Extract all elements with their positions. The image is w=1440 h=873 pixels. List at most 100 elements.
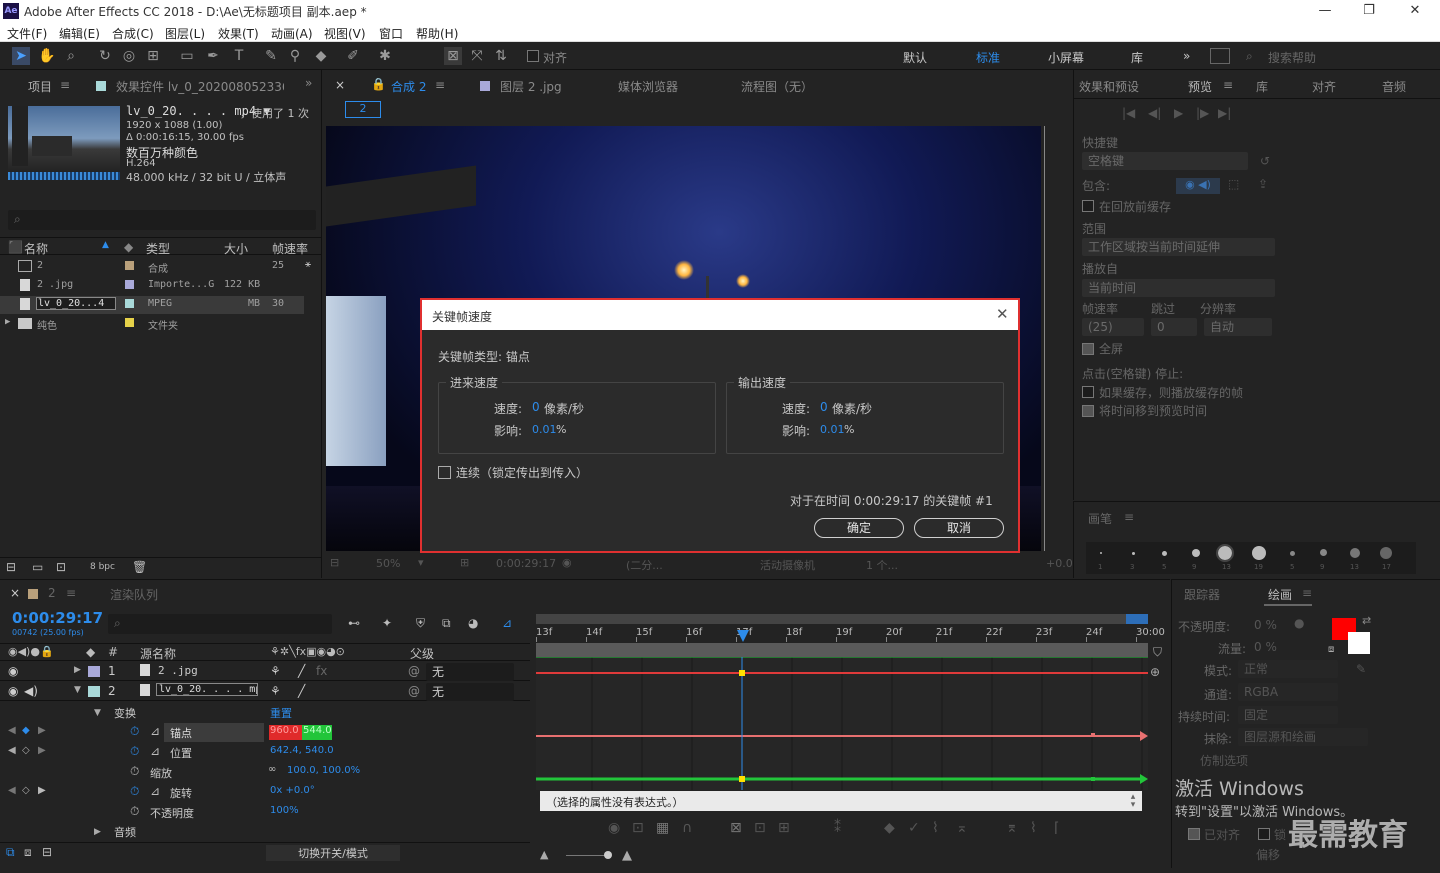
graph-icon[interactable]: ⊿ [150, 744, 160, 758]
toggle-layer-icon[interactable]: ⧉ [6, 845, 15, 860]
cache-before-checkbox[interactable] [1082, 200, 1094, 212]
collapse-arrow-icon[interactable]: ▼ [74, 685, 81, 695]
prev-frame-icon[interactable]: ◀| [1148, 106, 1161, 120]
puppet-tool-icon[interactable]: ✱ [376, 47, 394, 65]
more-workspaces-icon[interactable]: » [1183, 49, 1190, 63]
view-axis-icon[interactable]: ⇅ [492, 47, 510, 65]
stopwatch-icon[interactable]: ⏱ [130, 764, 139, 779]
range-select[interactable]: 工作区域按当前时间延伸 [1082, 238, 1275, 256]
expression-scroll-icon[interactable]: ▴ ▾ [1126, 793, 1140, 810]
col-source-name[interactable]: 源名称 [140, 645, 176, 662]
workspace-library[interactable]: 库 [1131, 49, 1143, 66]
comp-button-icon[interactable]: ⛉ [1153, 645, 1162, 660]
pickwhip-icon[interactable]: @ [408, 684, 420, 698]
snap-icon[interactable]: ∩ [682, 820, 692, 836]
camera-tool-icon[interactable]: ◎ [120, 47, 138, 65]
separate-dimensions-icon[interactable]: ⊞ [778, 820, 790, 836]
graph-type-icon[interactable]: ⊡ [632, 820, 644, 836]
first-frame-icon[interactable]: |◀ [1122, 106, 1135, 120]
workspace-default[interactable]: 默认 [903, 49, 927, 66]
graph-editor[interactable] [536, 657, 1148, 790]
close-tab-icon[interactable]: × [335, 78, 345, 92]
world-axis-icon[interactable]: ⤧ [468, 47, 486, 65]
position-value[interactable]: 642.4, 540.0 [270, 745, 334, 756]
tab-composition[interactable]: 合成 2 [391, 78, 426, 95]
project-item[interactable]: 2 .jpg Importe...G 122 KB [0, 277, 304, 295]
time-ruler[interactable]: 13f 14f 15f 16f 17f 18f 19f 20f 21f 22f 23f 24f 30:0… [536, 624, 1165, 642]
zoom-out-icon[interactable]: ▲ [540, 848, 548, 861]
visibility-icon[interactable]: ◉ [8, 684, 18, 698]
project-item[interactable]: ▶ 纯色 文件夹 [0, 315, 304, 333]
tab-effect-controls[interactable]: 效果控件 lv_0_20200805233600 [116, 78, 284, 95]
col-parent[interactable]: 父级 [410, 645, 434, 662]
menu-window[interactable]: 窗口 [379, 25, 403, 42]
hold-keyframe-icon[interactable]: ◆ [884, 820, 895, 836]
duration-select[interactable]: 固定 [1238, 706, 1338, 724]
tab-paint[interactable]: 绘画 [1268, 586, 1292, 603]
close-button[interactable]: ✕ [1400, 3, 1430, 18]
menu-effect[interactable]: 效果(T) [218, 25, 259, 42]
magnification-select[interactable]: 50% [376, 557, 400, 570]
move-time-checkbox[interactable] [1082, 405, 1094, 417]
tab-audio[interactable]: 音频 [1382, 78, 1406, 95]
brush-tool-icon[interactable]: ✎ [262, 47, 280, 65]
menu-help[interactable]: 帮助(H) [416, 25, 458, 42]
playhead-marker[interactable] [737, 630, 749, 642]
last-frame-icon[interactable]: ▶| [1218, 106, 1231, 120]
tab-align[interactable]: 对齐 [1312, 78, 1336, 95]
lock-icon[interactable]: 🔒 [371, 77, 386, 91]
dialog-close-icon[interactable]: ✕ [996, 305, 1009, 323]
tab-tracker[interactable]: 跟踪器 [1184, 586, 1220, 603]
visibility-icon[interactable]: ◉ [8, 664, 18, 678]
next-frame-icon[interactable]: |▶ [1196, 106, 1209, 120]
reset-link[interactable]: 重置 [270, 705, 292, 721]
stopwatch-icon[interactable]: ⏱ [130, 784, 139, 799]
minimize-button[interactable]: — [1310, 3, 1340, 18]
parent-select[interactable]: 无 [426, 683, 514, 701]
outgoing-influence-value[interactable]: 0.01 [820, 423, 845, 436]
comp-mini-flowchart-icon[interactable]: ⊷ [348, 616, 360, 630]
menu-layer[interactable]: 图层(L) [165, 25, 205, 42]
menu-file[interactable]: 文件(F) [7, 25, 47, 42]
reset-icon[interactable]: ↺ [1260, 154, 1270, 168]
aligned-checkbox[interactable] [1188, 828, 1200, 840]
opacity-value[interactable]: 0 % [1254, 618, 1277, 632]
incoming-influence-value[interactable]: 0.01 [532, 423, 557, 436]
audio-icon[interactable]: ◀) [24, 684, 38, 698]
toggle-modes-icon[interactable]: ⧈ [24, 845, 32, 860]
workspace-small-screen[interactable]: 小屏幕 [1048, 49, 1084, 66]
keyframe-icon[interactable]: ◇ [22, 785, 30, 796]
export-icon[interactable]: ⇪ [1258, 177, 1268, 191]
transform-group[interactable]: 变换 [114, 705, 136, 721]
project-item[interactable]: 2 合成 25 ⚹ [0, 258, 311, 276]
expand-arrow-icon[interactable]: ▶ [5, 317, 10, 327]
tab-project[interactable]: 项目 [28, 78, 52, 95]
property-row[interactable]: ◀ ◇ ▶ ⏱ ⊿ 旋转 0x +0.0° [0, 783, 530, 802]
choose-property-icon[interactable]: ◉ [608, 820, 620, 836]
channel-select[interactable]: RGBA [1238, 683, 1338, 701]
type-tool-icon[interactable]: T [230, 47, 248, 65]
edit-keyframe-icon[interactable]: ⁑ [834, 820, 841, 836]
tab-render-queue[interactable]: 渲染队列 [110, 586, 158, 603]
next-keyframe-icon[interactable]: ▶ [38, 725, 46, 736]
tab-timeline[interactable]: 2 [48, 586, 56, 600]
project-item[interactable]: lv_0_20...4 MPEG MB 30 [0, 296, 304, 314]
scale-value[interactable]: 100.0, 100.0% [287, 765, 360, 776]
property-row[interactable]: ◀ ◇ ▶ ⏱ ⊿ 位置 642.4, 540.0 [0, 743, 530, 762]
layer-row[interactable]: ◉ ▶ 1 2 .jpg ⚘ ╱ fx @ 无 [0, 662, 530, 681]
expand-arrow-icon[interactable]: ▶ [94, 827, 101, 837]
expand-arrow-icon[interactable]: ▶ [74, 665, 81, 675]
tab-flowchart[interactable]: 流程图（无） [741, 78, 813, 95]
stopwatch-icon[interactable]: ⏱ [130, 804, 139, 819]
sync-icon[interactable] [1210, 48, 1230, 64]
new-folder-icon[interactable]: ▭ [32, 560, 43, 574]
constrain-link-icon[interactable]: ∞ [268, 764, 276, 775]
collapse-arrow-icon[interactable]: ▼ [94, 708, 101, 718]
expression-field[interactable]: （选择的属性没有表达式。） [540, 791, 1142, 811]
pickwhip-icon[interactable]: @ [408, 664, 420, 678]
snapshot-icon[interactable]: ◉ [562, 556, 572, 569]
viewer-timecode[interactable]: 0:00:29:17 [496, 557, 556, 570]
tab-brushes[interactable]: 画笔 [1088, 510, 1112, 527]
fx-icon[interactable]: fx [316, 664, 327, 678]
graph-icon[interactable]: ⊿ [150, 724, 160, 738]
